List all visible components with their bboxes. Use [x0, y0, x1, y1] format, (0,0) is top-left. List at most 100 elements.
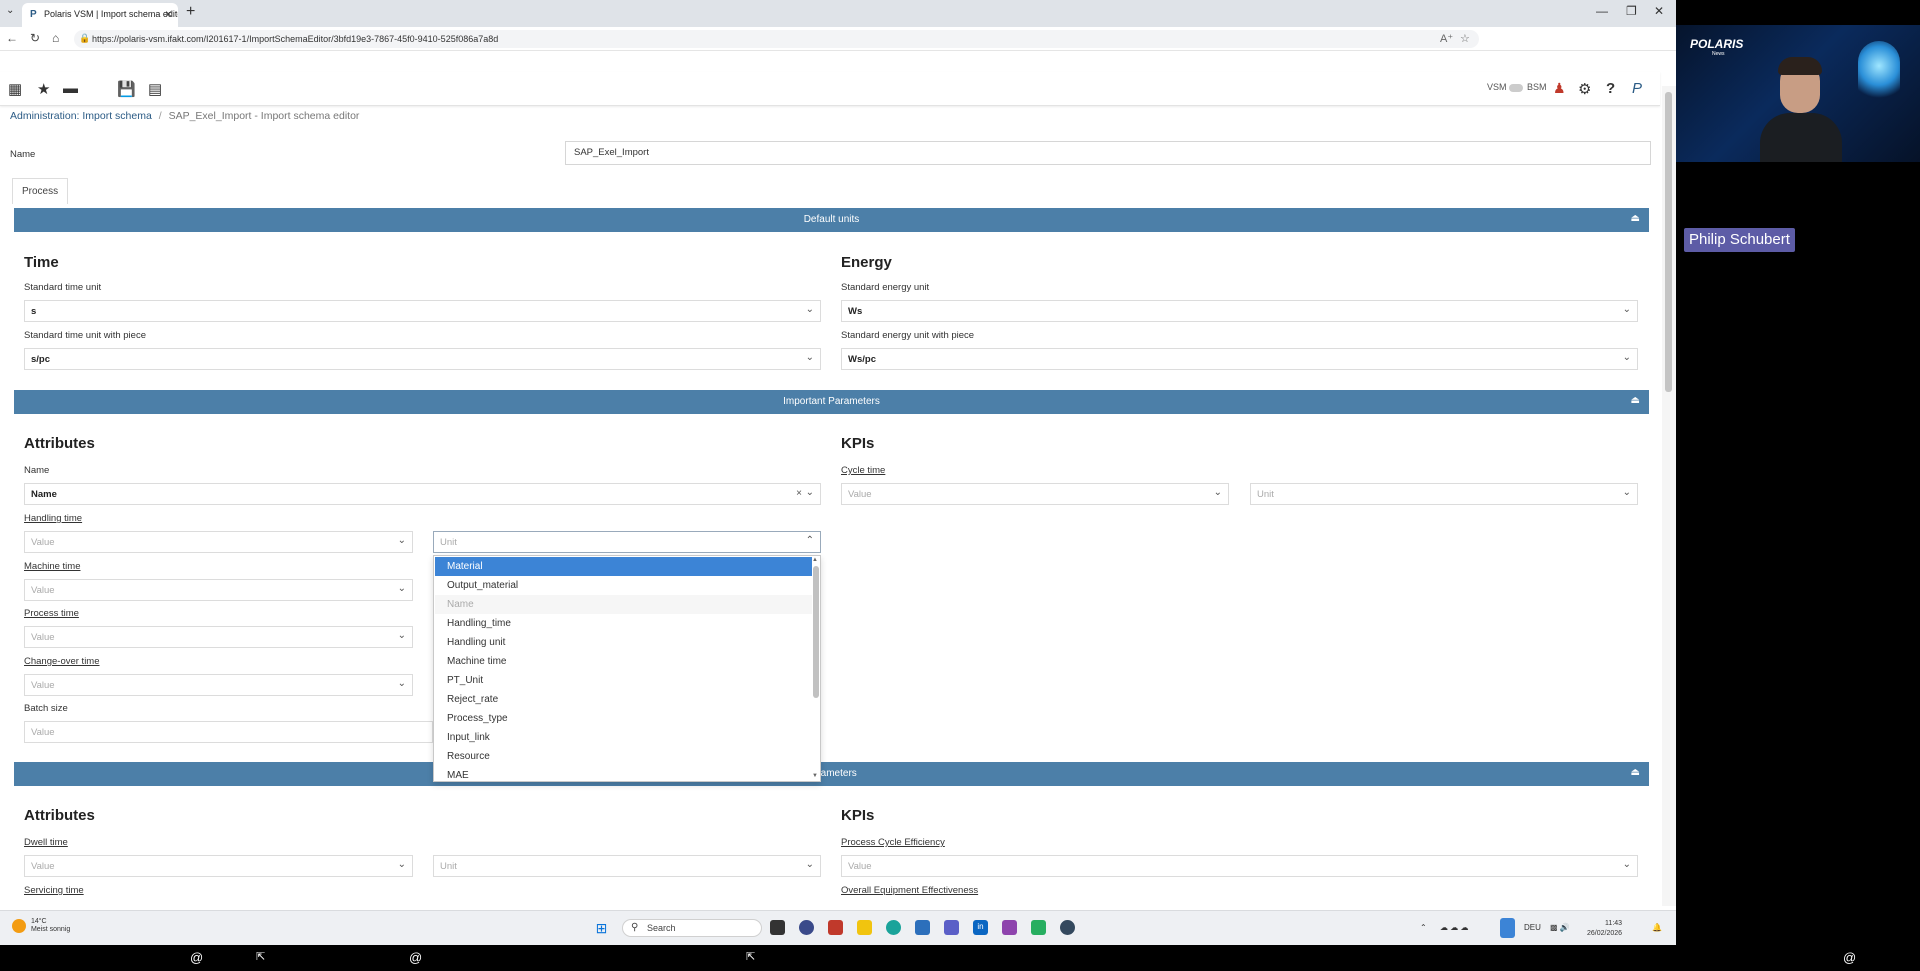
weather-widget[interactable]: 14°C Meist sonnig [12, 918, 70, 934]
dropdown-option[interactable]: MAE [435, 766, 812, 781]
changeover-time-value-select[interactable]: Value ⌄ [24, 674, 413, 696]
oee-label[interactable]: Overall Equipment Effectiveness [841, 885, 978, 896]
user-notifications-icon[interactable]: ♟ [1553, 80, 1566, 97]
breadcrumb-parent-link[interactable]: Administration: Import schema [10, 110, 152, 122]
url-field[interactable]: 🔒 https://polaris-vsm.ifakt.com/I201617-… [74, 30, 1479, 48]
dropdown-scrollbar[interactable] [813, 566, 819, 698]
network-volume-icon[interactable]: ▩ 🔊 [1550, 923, 1570, 932]
at-icon[interactable]: @ [1843, 950, 1856, 965]
help-icon[interactable]: ? [1606, 80, 1615, 97]
tab-list-chevron-icon[interactable]: ⌄ [6, 5, 14, 16]
close-window-icon[interactable]: ✕ [1654, 4, 1664, 18]
participant-video[interactable]: POLARIS News [1676, 25, 1920, 162]
panel-icon[interactable]: ▬ [63, 80, 78, 97]
dwell-time-value-select[interactable]: Value ⌄ [24, 855, 413, 877]
dropdown-option[interactable]: Handling_time [435, 614, 812, 633]
app-icon-2[interactable] [828, 920, 843, 935]
handling-time-label[interactable]: Handling time [24, 513, 82, 524]
favorite-star-icon[interactable]: ☆ [1460, 32, 1470, 45]
machine-time-label[interactable]: Machine time [24, 561, 81, 572]
scroll-up-icon[interactable]: ▲ [812, 557, 818, 563]
pce-label[interactable]: Process Cycle Efficiency [841, 837, 945, 848]
process-time-value-select[interactable]: Value ⌄ [24, 626, 413, 648]
tab-process[interactable]: Process [12, 178, 68, 204]
minimize-icon[interactable]: — [1596, 4, 1608, 18]
collapse-icon[interactable]: ⏏ [1631, 767, 1640, 778]
tray-icons[interactable]: ☁ ☁ ☁ [1440, 923, 1468, 932]
default-units-band[interactable]: Default units ⏏ [14, 208, 1649, 232]
at-icon[interactable]: @ [190, 950, 203, 965]
app-icon-4[interactable] [1031, 920, 1046, 935]
share-icon[interactable]: ⇱ [256, 950, 265, 963]
std-time-unit-select[interactable]: s ⌄ [24, 300, 821, 322]
app-icon-5[interactable] [1060, 920, 1075, 935]
new-tab-icon[interactable]: + [186, 3, 195, 21]
collapse-icon[interactable]: ⏏ [1631, 213, 1640, 224]
pce-value-select[interactable]: Value ⌄ [841, 855, 1638, 877]
cycle-time-label[interactable]: Cycle time [841, 465, 885, 476]
settings-gear-icon[interactable]: ⚙ [1578, 80, 1591, 98]
dropdown-option[interactable]: PT_Unit [435, 671, 812, 690]
machine-time-value-select[interactable]: Value ⌄ [24, 579, 413, 601]
parameters-band[interactable]: parameters ⏏ [14, 762, 1649, 786]
dwell-time-label[interactable]: Dwell time [24, 837, 68, 848]
home-icon[interactable]: ⌂ [52, 31, 59, 45]
read-aloud-icon[interactable]: A⁺ [1440, 32, 1453, 45]
edge-browser-icon[interactable] [886, 920, 901, 935]
browser-tab[interactable]: P Polaris VSM | Import schema edito × [22, 3, 178, 27]
save-icon[interactable]: 💾 [117, 80, 136, 98]
dropdown-option[interactable]: Machine time [435, 652, 812, 671]
page-scrollbar-thumb[interactable] [1665, 92, 1672, 392]
taskbar-search[interactable]: ⚲ Search [622, 919, 762, 937]
clock[interactable]: 11:43 26/02/2026 [1587, 919, 1622, 939]
restore-icon[interactable]: ❐ [1626, 4, 1637, 18]
store-icon[interactable] [915, 920, 930, 935]
servicing-time-label[interactable]: Servicing time [24, 885, 84, 896]
std-energy-unit-select[interactable]: Ws ⌄ [841, 300, 1638, 322]
tray-chevron-icon[interactable]: ⌃ [1420, 923, 1427, 932]
page-scrollbar[interactable] [1662, 86, 1676, 906]
microphone-icon[interactable] [1500, 918, 1515, 938]
linkedin-icon[interactable]: in [973, 920, 988, 935]
polaris-logo-icon[interactable]: P [1632, 80, 1642, 97]
share-icon[interactable]: ⇱ [746, 950, 755, 963]
std-energy-unit-piece-select[interactable]: Ws/pc ⌄ [841, 348, 1638, 370]
batch-size-value-select[interactable]: Value [24, 721, 433, 743]
attr-name-select[interactable]: Name × ⌄ [24, 483, 821, 505]
app-icon-1[interactable] [799, 920, 814, 935]
language-indicator[interactable]: DEU [1524, 923, 1541, 932]
at-icon[interactable]: @ [409, 950, 422, 965]
reload-icon[interactable]: ↻ [30, 31, 40, 45]
std-time-unit-piece-select[interactable]: s/pc ⌄ [24, 348, 821, 370]
windows-start-icon[interactable]: ⊞ [594, 920, 609, 936]
close-tab-icon[interactable]: × [165, 7, 172, 21]
scroll-down-icon[interactable]: ▼ [812, 773, 818, 779]
important-parameters-band[interactable]: Important Parameters ⏏ [14, 390, 1649, 414]
clear-icon[interactable]: × [796, 488, 802, 499]
terminal-app-icon[interactable] [770, 920, 785, 935]
dropdown-option[interactable]: Material [435, 557, 812, 576]
notification-bell-icon[interactable]: 🔔 [1652, 923, 1662, 932]
cycle-time-value-select[interactable]: Value ⌄ [841, 483, 1229, 505]
dwell-time-unit-select[interactable]: Unit ⌄ [433, 855, 821, 877]
dropdown-option[interactable]: Handling unit [435, 633, 812, 652]
handling-time-value-select[interactable]: Value ⌄ [24, 531, 413, 553]
changeover-time-label[interactable]: Change-over time [24, 656, 100, 667]
dropdown-option[interactable]: Reject_rate [435, 690, 812, 709]
app-icon-3[interactable] [1002, 920, 1017, 935]
apps-grid-icon[interactable]: ▦ [8, 80, 22, 98]
process-time-label[interactable]: Process time [24, 608, 79, 619]
schema-name-input[interactable]: SAP_Exel_Import [565, 141, 1651, 165]
handling-time-unit-select[interactable]: Unit ⌃ [433, 531, 821, 553]
dropdown-option[interactable]: Process_type [435, 709, 812, 728]
collapse-icon[interactable]: ⏏ [1631, 395, 1640, 406]
dropdown-option[interactable]: Output_material [435, 576, 812, 595]
back-icon[interactable]: ← [6, 31, 18, 45]
dropdown-option[interactable]: Resource [435, 747, 812, 766]
dropdown-option[interactable]: Input_link [435, 728, 812, 747]
vsm-bsm-toggle[interactable] [1509, 84, 1523, 92]
cycle-time-unit-select[interactable]: Unit ⌄ [1250, 483, 1638, 505]
table-view-icon[interactable]: ▤ [148, 80, 162, 98]
favorites-star-icon[interactable]: ★ [37, 80, 50, 98]
file-explorer-icon[interactable] [857, 920, 872, 935]
